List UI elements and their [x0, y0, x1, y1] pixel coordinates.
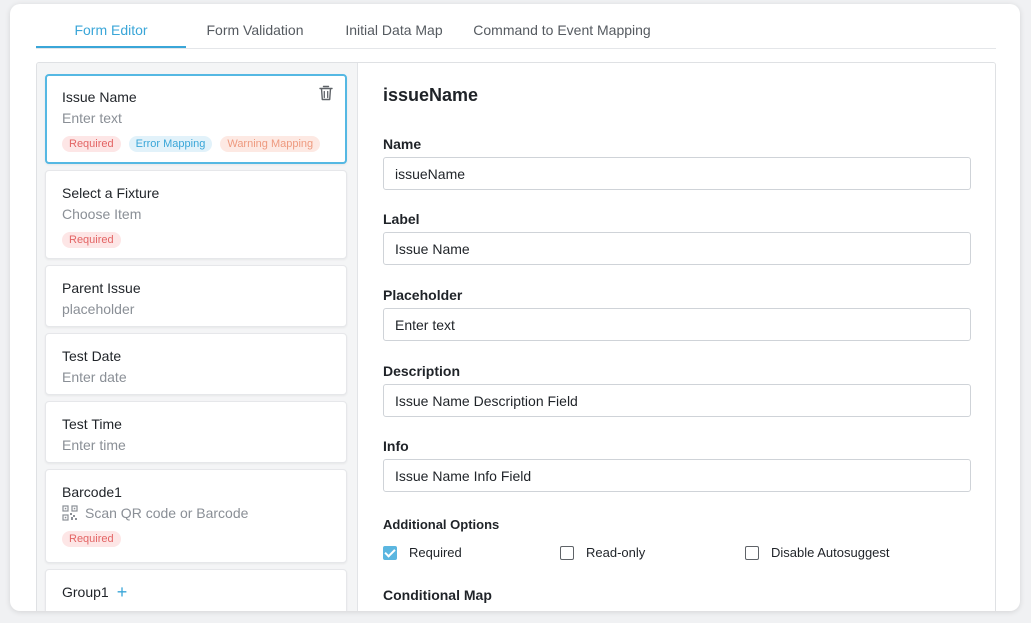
- placeholder-input[interactable]: [383, 308, 971, 341]
- info-input[interactable]: [383, 459, 971, 492]
- warning-mapping-badge: Warning Mapping: [220, 136, 321, 152]
- field-card-test-time[interactable]: Test Time Enter time: [45, 401, 347, 463]
- option-label: Disable Autosuggest: [771, 545, 890, 560]
- checkbox-checked-icon[interactable]: [383, 545, 397, 560]
- read-only-option[interactable]: Read-only: [560, 545, 645, 560]
- tab-command-to-event-mapping[interactable]: Command to Event Mapping: [464, 4, 660, 48]
- checkbox-icon[interactable]: [745, 545, 759, 560]
- field-list: Issue Name Enter text Required Error Map…: [37, 63, 357, 611]
- placeholder-label: Placeholder: [383, 287, 463, 303]
- name-input[interactable]: [383, 157, 971, 190]
- tab-bar: Form Editor Form Validation Initial Data…: [36, 4, 996, 49]
- field-card-title: Parent Issue: [62, 280, 141, 296]
- field-card-title: Test Date: [62, 348, 122, 364]
- field-card-title-row: Group1 +: [62, 583, 330, 601]
- field-card-title: Issue Name: [62, 89, 137, 105]
- required-option[interactable]: Required: [383, 545, 462, 560]
- app-window: Form Editor Form Validation Initial Data…: [10, 4, 1020, 611]
- plus-icon[interactable]: +: [117, 583, 128, 601]
- required-badge: Required: [62, 232, 121, 248]
- field-card-placeholder: placeholder: [62, 301, 135, 317]
- field-card-title: Barcode1: [62, 484, 122, 500]
- field-card-issue-name[interactable]: Issue Name Enter text Required Error Map…: [45, 74, 347, 164]
- field-card-placeholder: Enter time: [62, 437, 126, 453]
- option-label: Required: [409, 545, 462, 560]
- badge-group: Required: [62, 232, 330, 248]
- field-card-placeholder: Enter date: [62, 369, 127, 385]
- field-card-title: Select a Fixture: [62, 185, 160, 201]
- error-mapping-badge: Error Mapping: [128, 136, 213, 152]
- conditional-map-label: Conditional Map: [383, 587, 492, 603]
- form-editor-container: Issue Name Enter text Required Error Map…: [36, 62, 996, 611]
- badge-group: Required: [62, 531, 330, 547]
- field-card-placeholder: Scan QR code or Barcode: [85, 505, 249, 521]
- badge-group: Required Error Mapping Warning Mapping: [62, 136, 330, 152]
- tab-form-validation[interactable]: Form Validation: [186, 4, 324, 48]
- additional-options-label: Additional Options: [383, 517, 500, 532]
- field-card-placeholder: Enter text: [62, 110, 122, 126]
- name-label: Name: [383, 136, 422, 152]
- field-properties-panel: issueName Name Label Placeholder Descrip…: [357, 63, 995, 611]
- option-label: Read-only: [586, 545, 646, 560]
- tab-form-editor[interactable]: Form Editor: [36, 4, 186, 48]
- field-card-test-date[interactable]: Test Date Enter date: [45, 333, 347, 395]
- label-label: Label: [383, 211, 420, 227]
- field-card-parent-issue[interactable]: Parent Issue placeholder: [45, 265, 347, 327]
- info-label: Info: [383, 438, 409, 454]
- panel-title: issueName: [383, 85, 479, 105]
- qr-code-icon: [62, 505, 78, 521]
- required-badge: Required: [62, 136, 121, 152]
- required-badge: Required: [62, 531, 121, 547]
- field-card-title: Group1: [62, 584, 109, 600]
- field-card-barcode1[interactable]: Barcode1 Scan QR code or Barcode Require…: [45, 469, 347, 563]
- field-card-group1[interactable]: Group1 +: [45, 569, 347, 611]
- description-label: Description: [383, 363, 461, 379]
- disable-autosuggest-option[interactable]: Disable Autosuggest: [745, 545, 890, 560]
- trash-icon[interactable]: [317, 84, 335, 102]
- field-card-placeholder-row: Scan QR code or Barcode: [62, 504, 330, 522]
- tab-initial-data-map[interactable]: Initial Data Map: [324, 4, 464, 48]
- description-input[interactable]: [383, 384, 971, 417]
- field-card-placeholder: Choose Item: [62, 206, 142, 222]
- field-card-title: Test Time: [62, 416, 122, 432]
- checkbox-icon[interactable]: [560, 545, 574, 560]
- field-card-select-a-fixture[interactable]: Select a Fixture Choose Item Required: [45, 170, 347, 259]
- label-input[interactable]: [383, 232, 971, 265]
